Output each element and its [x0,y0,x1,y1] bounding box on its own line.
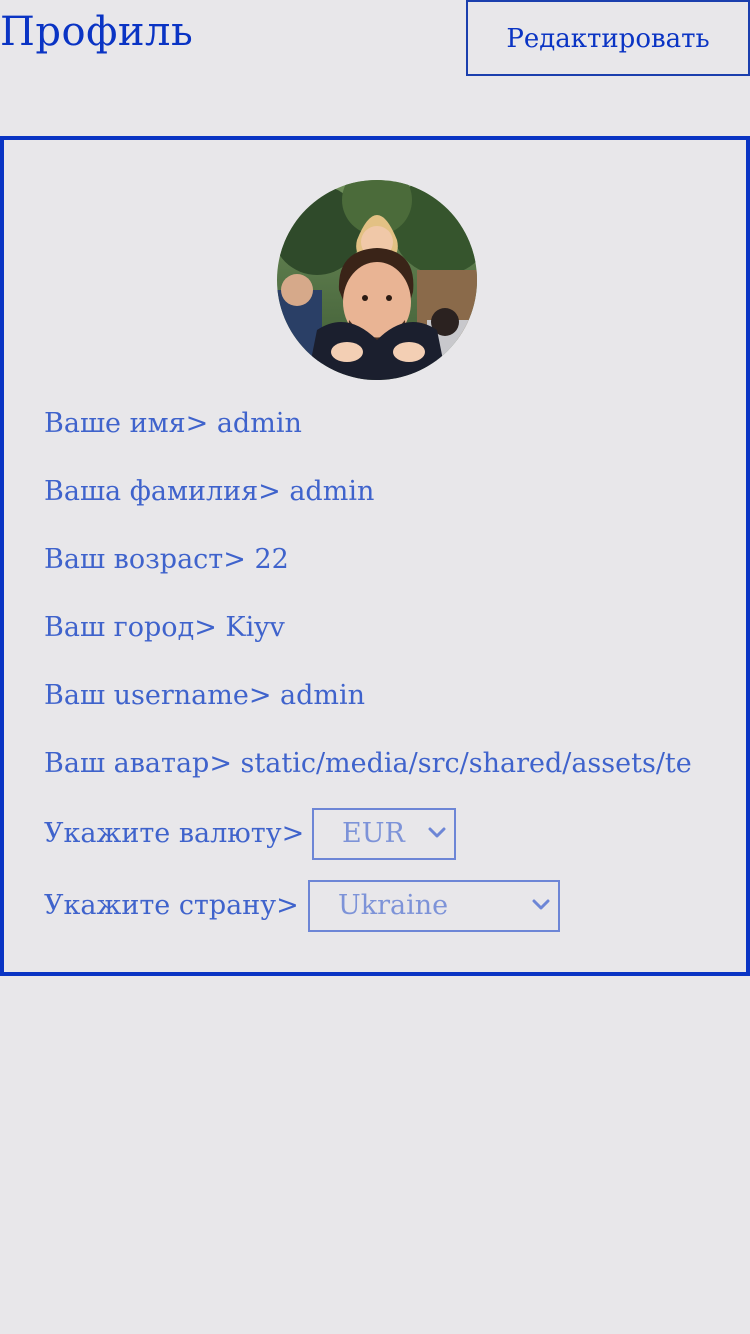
currency-select-value: EUR [342,818,405,849]
city-row: Ваш город> Kiyv [44,612,285,643]
edit-profile-button[interactable]: Редактировать [466,0,750,76]
age-row: Ваш возраст> 22 [44,544,289,575]
username-row: Ваш username> admin [44,680,366,711]
currency-label: Укажите валюту> [44,818,305,849]
country-label: Укажите страну> [44,890,299,921]
profile-card: Ваше имя> admin Ваша фамилия> admin Ваш … [0,136,750,976]
avatar-photo [277,180,477,380]
country-select-value: Ukraine [338,890,449,921]
first-name-row: Ваше имя> admin [44,408,302,439]
country-select[interactable]: Ukraine [308,880,560,932]
avatar [277,180,477,380]
chevron-down-icon [532,899,550,910]
country-row: Укажите страну> Ukraine [44,880,560,932]
chevron-down-icon [428,827,446,838]
currency-select[interactable]: EUR [312,808,456,860]
currency-row: Укажите валюту> EUR [44,808,456,860]
last-name-row: Ваша фамилия> admin [44,476,375,507]
page-title: Профиль [0,9,194,55]
avatar-path-row: Ваш аватар> static/media/src/shared/asse… [44,748,692,779]
